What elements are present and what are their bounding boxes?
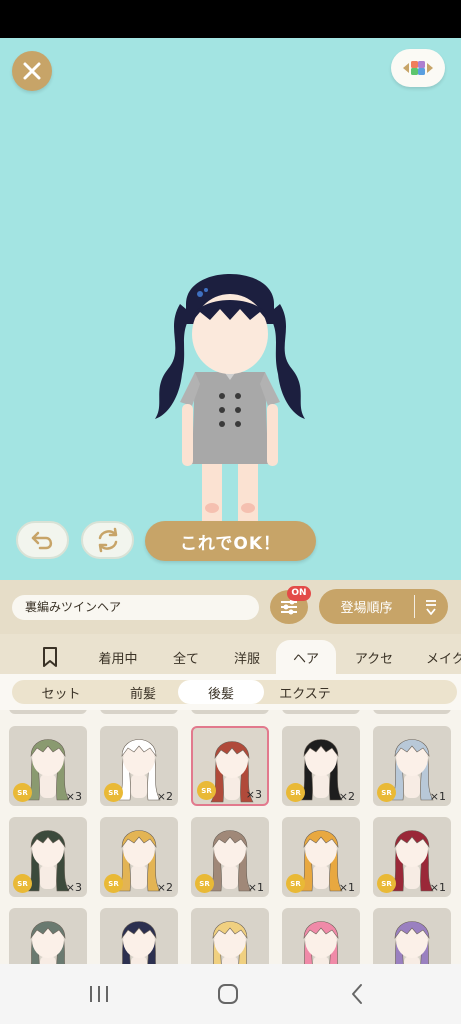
item-card-partial[interactable] [9, 710, 87, 714]
hair-thumbnail [394, 921, 430, 964]
item-card[interactable] [373, 908, 451, 964]
hair-thumbnail [303, 921, 339, 964]
rarity-badge: SR [377, 874, 396, 893]
subtab-set[interactable]: セット [16, 680, 106, 704]
subtab-back-hair[interactable]: 後髪 [178, 680, 264, 704]
item-count: ×3 [245, 788, 262, 801]
filter-on-badge: ON [287, 586, 311, 601]
item-card[interactable]: SR ×2 [282, 726, 360, 806]
sort-order-button[interactable]: 登場順序 [319, 589, 448, 624]
item-count: ×1 [429, 881, 446, 894]
item-card[interactable]: SR ×1 [191, 817, 269, 897]
item-card[interactable]: SR ×1 [282, 817, 360, 897]
item-count: ×2 [156, 790, 173, 803]
category-tabs: 着用中 全て 洋服 ヘア アクセ メイク [0, 634, 461, 674]
item-card-partial[interactable] [282, 710, 360, 714]
item-grid: SR ×3 SR ×2 SR ×3 SR ×2 SR ×1 SR ×3 SR ×2 SR ×1 SR ×1 SR ×1 [0, 710, 461, 964]
status-bar [0, 0, 461, 38]
rarity-badge: SR [13, 783, 32, 802]
tab-accessory[interactable]: アクセ [344, 640, 404, 674]
close-button[interactable] [12, 51, 52, 91]
item-count: ×1 [247, 881, 264, 894]
hair-thumbnail [212, 921, 248, 964]
hair-subtabs: セット 前髪 後髪 エクステ [0, 674, 461, 710]
subtab-extensions[interactable]: エクステ [260, 680, 350, 704]
hair-thumbnail [30, 921, 66, 964]
item-count: ×1 [429, 790, 446, 803]
randomize-button[interactable] [81, 521, 134, 559]
rarity-badge: SR [197, 781, 216, 800]
home-icon [218, 984, 238, 1004]
item-card[interactable]: SR ×3 [9, 817, 87, 897]
rarity-badge: SR [104, 783, 123, 802]
item-count: ×3 [65, 790, 82, 803]
item-card[interactable]: SR ×2 [100, 726, 178, 806]
tab-makeup[interactable]: メイク [416, 640, 461, 674]
item-count: ×3 [65, 881, 82, 894]
wardrobe-toolbar: 裏編みツインヘア ON 登場順序 [0, 580, 461, 634]
bookmark-icon [43, 647, 57, 667]
confirm-ok-button[interactable]: これでOK！ [145, 521, 316, 561]
item-count: ×2 [156, 881, 173, 894]
undo-icon [31, 531, 52, 550]
tab-bookmark[interactable] [26, 640, 74, 674]
tab-clothes[interactable]: 洋服 [222, 640, 272, 674]
hair-thumbnail [121, 921, 157, 964]
system-nav-bar [0, 964, 461, 1024]
rarity-badge: SR [195, 874, 214, 893]
back-icon [352, 984, 362, 1004]
item-card[interactable]: SR ×1 [373, 817, 451, 897]
item-card[interactable] [100, 908, 178, 964]
avatar-stage: これでOK！ [0, 38, 461, 580]
tab-all[interactable]: 全て [160, 640, 212, 674]
layout-toggle-button[interactable] [391, 49, 445, 87]
item-name-field: 裏編みツインヘア [12, 595, 259, 620]
item-card-partial[interactable] [191, 710, 269, 714]
back-button[interactable] [337, 980, 377, 1008]
item-card[interactable] [9, 908, 87, 964]
recent-apps-icon [90, 986, 108, 1002]
undo-button[interactable] [16, 521, 69, 559]
sort-icon [415, 598, 447, 616]
item-card-partial[interactable] [100, 710, 178, 714]
item-card[interactable]: SR ×1 [373, 726, 451, 806]
home-button[interactable] [208, 980, 248, 1008]
item-card-selected[interactable]: SR ×3 [191, 726, 269, 806]
rarity-badge: SR [286, 783, 305, 802]
wardrobe-panel: 裏編みツインヘア ON 登場順序 着用中 全て 洋服 ヘア アクセ メイク セッ… [0, 580, 461, 964]
tab-hair[interactable]: ヘア [276, 640, 336, 674]
rarity-badge: SR [13, 874, 32, 893]
refresh-icon [98, 527, 117, 553]
avatar-character[interactable] [140, 254, 320, 554]
close-icon [23, 62, 41, 80]
item-count: ×1 [338, 881, 355, 894]
item-card[interactable]: SR ×2 [100, 817, 178, 897]
item-count: ×2 [338, 790, 355, 803]
item-card[interactable]: SR ×3 [9, 726, 87, 806]
rarity-badge: SR [104, 874, 123, 893]
tab-wearing[interactable]: 着用中 [88, 640, 148, 674]
item-card[interactable] [282, 908, 360, 964]
item-card-partial[interactable] [373, 710, 451, 714]
rarity-badge: SR [377, 783, 396, 802]
sort-label: 登場順序 [340, 601, 393, 616]
rarity-badge: SR [286, 874, 305, 893]
subtab-bangs[interactable]: 前髪 [98, 680, 188, 704]
recent-apps-button[interactable] [79, 980, 119, 1008]
item-card[interactable] [191, 908, 269, 964]
color-blocks-icon [403, 61, 433, 75]
